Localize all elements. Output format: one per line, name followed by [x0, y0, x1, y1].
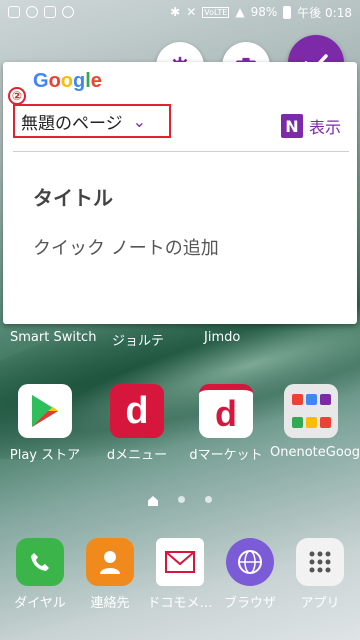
battery-icon: [283, 5, 292, 19]
page-dot: [205, 496, 212, 503]
notification-icons: [0, 6, 74, 18]
chevron-down-icon: ⌄: [132, 111, 147, 131]
browser-icon: [226, 538, 274, 586]
play-store-icon: [18, 384, 72, 438]
onenote-open-link[interactable]: N 表示: [280, 114, 341, 138]
page-row: 無題のページ ⌄ N 表示: [13, 104, 357, 144]
gallery-icon: [8, 6, 20, 18]
app-label-jimdo[interactable]: Jimdo: [204, 330, 240, 345]
dock-label: ダイヤル: [14, 596, 66, 611]
onenote-icon: N: [280, 114, 303, 138]
note-body-field[interactable]: クイック ノートの追加: [33, 234, 219, 260]
status-bar: ✱ ✕ VoLTE ▲ 98% 午後 0:18: [0, 0, 360, 24]
mute-icon: ✕: [186, 5, 197, 19]
dock-browser[interactable]: ブラウザ: [212, 538, 288, 611]
app-label: Play ストア: [9, 448, 81, 463]
page-selector[interactable]: 無題のページ ⌄: [13, 104, 171, 138]
dmarket-icon: d: [199, 384, 253, 438]
system-icons: ✱ ✕ VoLTE ▲ 98% 午後 0:18: [170, 4, 360, 21]
apps-icon: [296, 538, 344, 586]
phone-icon: [16, 538, 64, 586]
app-notification-icon: [44, 6, 56, 18]
dock-docomo-mail[interactable]: ドコモメ…: [142, 538, 218, 611]
app-label-jorte[interactable]: ジョルテ: [112, 330, 164, 349]
app-label: OnenoteGoogle: [270, 445, 360, 460]
signal-icon: ▲: [235, 5, 245, 19]
dock-label: ドコモメ…: [147, 596, 213, 611]
app-label-smart-switch[interactable]: Smart Switch: [10, 330, 96, 345]
step-badge: ②: [8, 87, 26, 105]
page-indicator[interactable]: [0, 496, 360, 506]
volte-icon: VoLTE: [202, 6, 230, 18]
app-folder-onenote-google[interactable]: OnenoteGoogle: [270, 384, 360, 461]
dock-label: ブラウザ: [223, 596, 276, 611]
divider: [13, 151, 349, 152]
app-dmarket[interactable]: d dマーケット: [186, 384, 266, 463]
dmenu-icon: d: [110, 384, 164, 438]
dock-contacts[interactable]: 連絡先: [72, 538, 148, 611]
page-selector-label: 無題のページ: [21, 113, 123, 134]
dock-apps[interactable]: アプリ: [282, 538, 358, 611]
dock-phone[interactable]: ダイヤル: [2, 538, 78, 611]
home-page-icon: [148, 496, 158, 506]
cloud-icon: [26, 6, 38, 18]
folder-icon: [284, 384, 338, 438]
onenote-open-label: 表示: [308, 118, 341, 137]
lock-icon: [62, 6, 74, 18]
contacts-icon: [86, 538, 134, 586]
app-label: dメニュー: [106, 448, 168, 463]
app-dmenu[interactable]: d dメニュー: [97, 384, 177, 463]
battery-percent: 98%: [250, 5, 278, 19]
bluetooth-icon: ✱: [170, 5, 181, 19]
dock-label: 連絡先: [90, 596, 130, 611]
dock-label: アプリ: [300, 596, 340, 611]
app-label: dマーケット: [189, 448, 263, 463]
app-play-store[interactable]: Play ストア: [5, 384, 85, 463]
quick-note-card: Google ② 無題のページ ⌄ N 表示 タイトル クイック ノートの追加: [3, 62, 357, 324]
google-logo: Google: [33, 70, 102, 92]
mail-icon: [156, 538, 204, 586]
note-title-field[interactable]: タイトル: [33, 182, 113, 211]
page-dot: [178, 496, 185, 503]
clock: 午後 0:18: [297, 5, 352, 20]
